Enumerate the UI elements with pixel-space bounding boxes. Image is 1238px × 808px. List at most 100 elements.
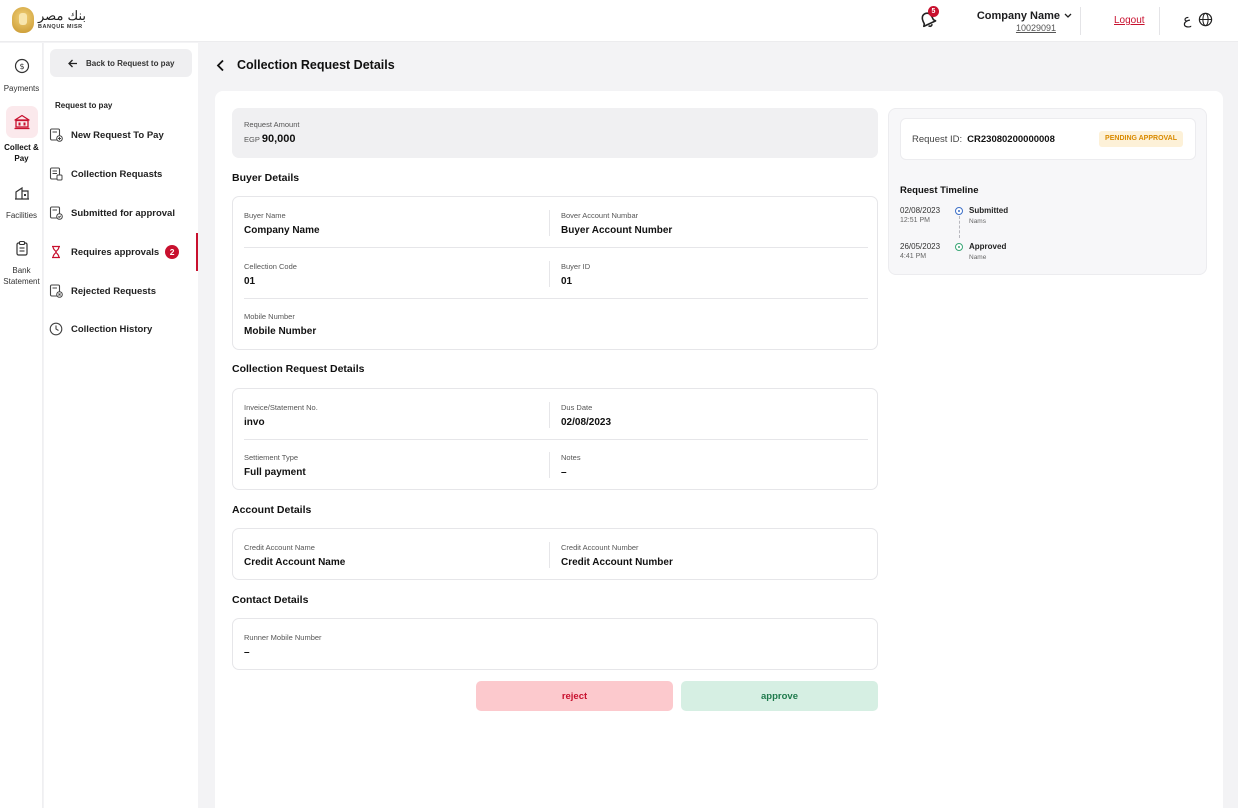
collection-details-title: Collection Request Details: [232, 363, 365, 375]
buyer-details-panel: Buyer Name Company Name Bover Account Nu…: [232, 196, 878, 350]
buyer-id-value: 01: [561, 276, 573, 287]
buyer-account-value: Buyer Account Number: [561, 225, 673, 236]
requires-approvals-count-badge: 2: [165, 245, 180, 259]
runner-mobile-label: Runner Mobile Number: [244, 633, 322, 642]
amount-value: 90,000: [261, 133, 296, 145]
subnav-label: Collection History: [71, 323, 153, 335]
logout-link[interactable]: Logout: [1114, 15, 1145, 26]
back-to-request-to-pay-button[interactable]: Back to Request to pay: [50, 49, 192, 77]
subnav-label: Requires approvals: [71, 246, 160, 258]
clock-icon: [49, 322, 63, 336]
cell-divider: [549, 261, 550, 287]
account-details-title: Account Details: [232, 504, 312, 516]
timeline-date: 02/08/2023: [900, 206, 941, 215]
reject-button[interactable]: reject: [476, 681, 673, 711]
document-check-icon: [49, 206, 63, 220]
collection-code-value: 01: [244, 276, 256, 287]
contact-details-panel: Runner Mobile Number –: [232, 618, 878, 670]
subnav-item-rejected-requests[interactable]: Rejected Requests: [44, 272, 198, 310]
request-summary-card: Request ID: CR23080200000008 PENDING APP…: [888, 108, 1207, 275]
notes-label: Notes: [561, 453, 581, 462]
hourglass-icon: [52, 245, 60, 259]
rail-label: Payments: [3, 84, 40, 93]
mobile-number-label: Mobile Number: [244, 312, 295, 321]
header-divider: [1080, 7, 1081, 35]
timeline-time: 4:41 PM: [900, 253, 927, 260]
contact-details-title: Contact Details: [232, 594, 309, 606]
subnav-item-requires-approvals[interactable]: Requires approvals 2: [44, 233, 198, 271]
dollar-coin-icon: $: [14, 58, 29, 74]
subnav-item-new-request[interactable]: New Request To Pay: [44, 116, 198, 154]
subnav-label: New Request To Pay: [71, 129, 164, 141]
subnav-item-submitted-for-approval[interactable]: Submitted for approval: [44, 194, 198, 232]
timeline-name: Nams: [969, 218, 986, 225]
timeline-title: Request Timeline: [900, 185, 979, 196]
main-nav-rail: $ Payments Collect & Pay Facilities Bank…: [0, 43, 43, 808]
svg-text:$: $: [19, 62, 24, 71]
page-header: Collection Request Details: [216, 58, 395, 72]
timeline-entry: 26/05/2023 4:41 PM Approved Name: [900, 242, 1196, 268]
cell-divider: [549, 402, 550, 428]
detail-row: Runner Mobile Number –: [244, 620, 868, 670]
bank-logo[interactable]: بنك مصر BANQUE MISR: [12, 7, 87, 33]
mobile-number-value: Mobile Number: [244, 326, 317, 337]
rail-item-facilities[interactable]: Facilities: [0, 185, 43, 221]
collection-details-panel: Inveice/Statement No. invo Dus Date 02/0…: [232, 388, 878, 490]
credit-account-name-label: Credit Account Name: [244, 543, 315, 552]
approve-button[interactable]: approve: [681, 681, 878, 711]
globe-icon[interactable]: [1198, 12, 1213, 27]
timeline-time: 12:51 PM: [900, 217, 930, 224]
subnav-item-collection-requests[interactable]: Collection Requasts: [44, 155, 198, 193]
detail-row: Cellection Code 01 Buyer ID 01: [244, 249, 868, 299]
credit-account-number-label: Credit Account Number: [561, 543, 639, 552]
subnav-label: Submitted for approval: [71, 207, 175, 219]
request-id-label: Request ID:: [912, 133, 963, 145]
building-icon: [14, 186, 29, 200]
buyer-id-label: Buyer ID: [561, 262, 591, 271]
rail-item-bank-statement[interactable]: Bank Statement: [0, 240, 43, 287]
detail-row: Inveice/Statement No. invo Dus Date 02/0…: [244, 390, 868, 440]
runner-mobile-value: –: [244, 647, 250, 658]
detail-row: Credit Account Name Credit Account Name …: [244, 530, 868, 580]
sub-navigation: Back to Request to pay Request to pay Ne…: [44, 43, 198, 808]
detail-row: Mobile Number Mobile Number: [244, 299, 868, 349]
company-name: Company Name: [976, 10, 1060, 22]
timeline-name: Name: [969, 254, 987, 261]
company-switcher[interactable]: Company Name 10029091: [976, 10, 1072, 33]
document-x-icon: [49, 284, 63, 298]
language-toggle[interactable]: ع: [1183, 11, 1191, 28]
timeline-date: 26/05/2023: [900, 242, 941, 251]
logo-english-text: BANQUE MISR: [38, 23, 83, 30]
rail-item-payments[interactable]: $ Payments: [0, 58, 43, 94]
due-date-value: 02/08/2023: [561, 417, 612, 428]
subnav-item-collection-history[interactable]: Collection History: [44, 310, 198, 348]
document-plus-icon: [49, 128, 63, 142]
notification-count-badge: 5: [928, 6, 939, 17]
timeline-dot-icon: [955, 243, 963, 251]
credit-account-number-value: Credit Account Number: [561, 557, 673, 568]
buyer-details-title: Buyer Details: [232, 172, 300, 184]
account-details-panel: Credit Account Name Credit Account Name …: [232, 528, 878, 580]
rail-label: Facilities: [5, 211, 38, 220]
back-button-label: Back to Request to pay: [86, 58, 175, 68]
company-id: 10029091: [1015, 23, 1056, 33]
arrow-left-icon: [68, 59, 77, 67]
buyer-name-value: Company Name: [244, 225, 320, 236]
detail-row: Buyer Name Company Name Bover Account Nu…: [244, 198, 868, 248]
subnav-heading: Request to pay: [55, 101, 113, 110]
rail-item-collect-pay[interactable]: Collect & Pay: [0, 106, 43, 164]
settlement-type-label: Settiement Type: [244, 453, 299, 462]
timeline-status: Approved: [969, 242, 1007, 251]
chevron-down-icon: [1064, 13, 1072, 18]
request-id-value: CR23080200000008: [967, 133, 1055, 145]
buyer-name-label: Buyer Name: [244, 211, 286, 220]
timeline-connector: [959, 216, 960, 238]
chevron-left-icon[interactable]: [216, 59, 225, 72]
status-badge: PENDING APPROVAL: [1099, 131, 1183, 147]
request-amount-box: Request Amount EGP 90,000: [232, 108, 878, 158]
timeline-dot-icon: [955, 207, 963, 215]
bank-icon: [13, 114, 30, 130]
header-divider: [1159, 7, 1160, 35]
page-title: Collection Request Details: [237, 58, 395, 72]
cell-divider: [549, 542, 550, 568]
